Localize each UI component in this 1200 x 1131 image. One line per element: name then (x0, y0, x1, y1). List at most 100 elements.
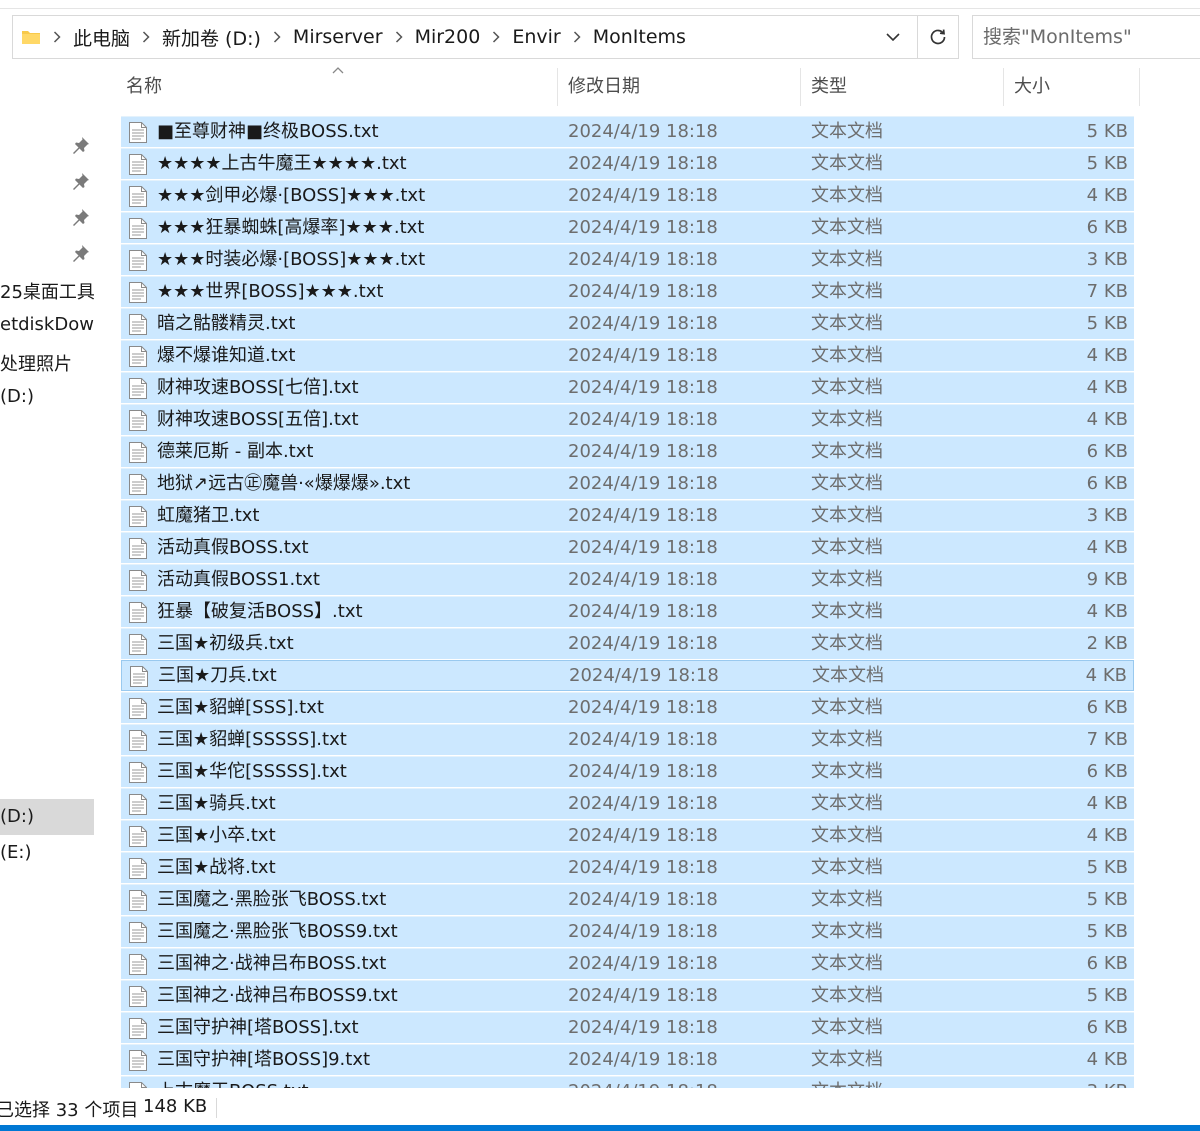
nav-item-photos[interactable]: 处理照片 (0, 350, 72, 376)
file-row[interactable]: 三国★貂蝉[SSSSS].txt 2024/4/19 18:18 文本文档 7 KB (121, 724, 1134, 755)
selection-size: 148 KB (143, 1096, 208, 1117)
column-header-size[interactable]: 大小 (1004, 66, 1139, 108)
file-row[interactable]: ★★★狂暴蜘蛛[高爆率]★★★.txt 2024/4/19 18:18 文本文档 6 … (121, 212, 1134, 243)
file-row[interactable]: 三国★华佗[SSSSS].txt 2024/4/19 18:18 文本文档 6 KB (121, 756, 1134, 787)
file-type: 文本文档 (811, 729, 883, 750)
address-bar[interactable]: 此电脑 新加卷 (D:) Mirserver Mir200 Envir MonItems (12, 15, 959, 59)
file-row[interactable]: 活动真假BOSS.txt 2024/4/19 18:18 文本文档 4 KB (121, 532, 1134, 563)
text-file-icon (129, 538, 147, 559)
file-row[interactable]: 爆不爆谁知道.txt 2024/4/19 18:18 文本文档 4 KB (121, 340, 1134, 371)
file-list[interactable]: ■至尊财神■终极BOSS.txt 2024/4/19 18:18 文本文档 5 KB ★… (121, 116, 1134, 1088)
file-row[interactable]: ★★★时装必爆·[BOSS]★★★.txt 2024/4/19 18:18 文本文档… (121, 244, 1134, 275)
breadcrumb-separator[interactable] (482, 16, 510, 58)
file-modified-date: 2024/4/19 18:18 (568, 377, 718, 398)
file-row[interactable]: 财神攻速BOSS[七倍].txt 2024/4/19 18:18 文本文档 4 KB (121, 372, 1134, 403)
file-type: 文本文档 (811, 313, 883, 334)
breadcrumb-item[interactable]: MonItems (591, 26, 688, 48)
file-row[interactable]: 三国魔之·黑脸张飞BOSS.txt 2024/4/19 18:18 文本文档 5 KB (121, 884, 1134, 915)
file-size: 5 KB (1086, 889, 1128, 910)
nav-item-drive-e[interactable]: (E:) (0, 842, 31, 863)
column-header-date[interactable]: 修改日期 (558, 66, 800, 108)
file-modified-date: 2024/4/19 18:18 (568, 249, 718, 270)
file-size: 4 KB (1086, 793, 1128, 814)
file-modified-date: 2024/4/19 18:18 (568, 633, 718, 654)
file-size: 5 KB (1086, 921, 1128, 942)
breadcrumb-separator[interactable] (385, 16, 413, 58)
text-file-icon (129, 890, 147, 911)
refresh-button[interactable] (918, 16, 958, 58)
file-size: 4 KB (1086, 537, 1128, 558)
breadcrumb-separator[interactable] (43, 16, 71, 58)
file-size: 3 KB (1087, 1077, 1128, 1088)
nav-item-netdisk-download[interactable]: etdiskDowr (0, 314, 94, 335)
file-modified-date: 2024/4/19 18:18 (568, 985, 718, 1006)
file-row[interactable]: 地狱↗远古㊣魔兽·«爆爆爆».txt 2024/4/19 18:18 文本文档 6 K… (121, 468, 1134, 499)
file-row[interactable]: 活动真假BOSS1.txt 2024/4/19 18:18 文本文档 9 KB (121, 564, 1134, 595)
file-size: 6 KB (1086, 1017, 1128, 1038)
chevron-right-icon (273, 31, 281, 43)
breadcrumb-item[interactable]: Envir (510, 26, 562, 48)
column-divider[interactable] (1139, 68, 1140, 106)
search-input[interactable] (972, 15, 1200, 59)
file-row[interactable]: 三国守护神[塔BOSS]9.txt 2024/4/19 18:18 文本文档 4 KB (121, 1044, 1134, 1075)
breadcrumb-separator[interactable] (563, 16, 591, 58)
file-size: 5 KB (1086, 857, 1128, 878)
navigation-pane: 25桌面工具 etdiskDowr 处理照片 (D:) (D:) (E:) (0, 60, 94, 1090)
file-row[interactable]: 三国★战将.txt 2024/4/19 18:18 文本文档 5 KB (121, 852, 1134, 883)
address-history-dropdown[interactable] (873, 16, 913, 58)
breadcrumb-item[interactable]: Mir200 (413, 26, 483, 48)
pin-icon[interactable] (72, 136, 90, 154)
file-name: 上古魔王BOSS.txt (157, 1077, 309, 1088)
file-row[interactable]: 德莱厄斯 - 副本.txt 2024/4/19 18:18 文本文档 6 KB (121, 436, 1134, 467)
breadcrumb-item[interactable]: 新加卷 (D:) (160, 24, 263, 51)
file-row[interactable]: 三国★刀兵.txt 2024/4/19 18:18 文本文档 4 KB (121, 660, 1134, 691)
file-modified-date: 2024/4/19 18:18 (568, 825, 718, 846)
file-type: 文本文档 (811, 985, 883, 1006)
file-row[interactable]: 三国★初级兵.txt 2024/4/19 18:18 文本文档 2 KB (121, 628, 1134, 659)
file-modified-date: 2024/4/19 18:18 (568, 473, 718, 494)
pin-icon[interactable] (72, 208, 90, 226)
breadcrumb-item[interactable]: Mirserver (291, 26, 385, 48)
pin-icon[interactable] (72, 172, 90, 190)
text-file-icon (129, 954, 147, 975)
file-type: 文本文档 (811, 1049, 883, 1070)
file-type: 文本文档 (811, 601, 883, 622)
file-name: 三国★华佗[SSSSS].txt (157, 761, 347, 782)
file-row[interactable]: 狂暴【破复活BOSS】.txt 2024/4/19 18:18 文本文档 4 KB (121, 596, 1134, 627)
file-row[interactable]: 虹魔猪卫.txt 2024/4/19 18:18 文本文档 3 KB (121, 500, 1134, 531)
file-row[interactable]: 三国★小卒.txt 2024/4/19 18:18 文本文档 4 KB (121, 820, 1134, 851)
file-row[interactable]: 财神攻速BOSS[五倍].txt 2024/4/19 18:18 文本文档 4 KB (121, 404, 1134, 435)
file-size: 7 KB (1086, 281, 1128, 302)
file-name: 活动真假BOSS.txt (157, 537, 309, 558)
column-header-type[interactable]: 类型 (801, 66, 1003, 108)
file-name: 三国★貂蝉[SSSSS].txt (157, 729, 347, 750)
breadcrumb-separator[interactable] (263, 16, 291, 58)
file-row[interactable]: ★★★剑甲必爆·[BOSS]★★★.txt 2024/4/19 18:18 文本文档… (121, 180, 1134, 211)
file-name: ★★★时装必爆·[BOSS]★★★.txt (157, 249, 426, 270)
file-row[interactable]: ★★★世界[BOSS]★★★.txt 2024/4/19 18:18 文本文档 7 K… (121, 276, 1134, 307)
file-row[interactable]: ★★★★上古牛魔王★★★★.txt 2024/4/19 18:18 文本文档 5 KB (121, 148, 1134, 179)
file-row[interactable]: 暗之骷髅精灵.txt 2024/4/19 18:18 文本文档 5 KB (121, 308, 1134, 339)
file-row[interactable]: 三国★骑兵.txt 2024/4/19 18:18 文本文档 4 KB (121, 788, 1134, 819)
breadcrumb-separator[interactable] (132, 16, 160, 58)
file-row[interactable]: 三国神之·战神吕布BOSS9.txt 2024/4/19 18:18 文本文档 5 K… (121, 980, 1134, 1011)
file-row[interactable]: 三国魔之·黑脸张飞BOSS9.txt 2024/4/19 18:18 文本文档 5 K… (121, 916, 1134, 947)
nav-item-desktop-tools[interactable]: 25桌面工具 (0, 278, 94, 304)
nav-item-drive-d-selected[interactable]: (D:) (0, 806, 34, 827)
file-row[interactable]: 三国★貂蝉[SSS].txt 2024/4/19 18:18 文本文档 6 KB (121, 692, 1134, 723)
file-type: 文本文档 (811, 889, 883, 910)
nav-item-drive-d[interactable]: (D:) (0, 386, 34, 407)
pin-icon[interactable] (72, 244, 90, 262)
file-row[interactable]: 上古魔王BOSS.txt 2024/4/19 18:18 文本文档 3 KB (121, 1076, 1134, 1088)
file-row[interactable]: ■至尊财神■终极BOSS.txt 2024/4/19 18:18 文本文档 5 KB (121, 116, 1134, 147)
text-file-icon (129, 250, 147, 271)
file-row[interactable]: 三国神之·战神吕布BOSS.txt 2024/4/19 18:18 文本文档 6 KB (121, 948, 1134, 979)
chevron-right-icon (142, 31, 150, 43)
file-type: 文本文档 (811, 793, 883, 814)
file-name: ★★★★上古牛魔王★★★★.txt (157, 153, 407, 174)
text-file-icon (129, 858, 147, 879)
text-file-icon (129, 1082, 147, 1088)
column-header-row: 名称 修改日期 类型 大小 (108, 66, 1140, 108)
file-row[interactable]: 三国守护神[塔BOSS].txt 2024/4/19 18:18 文本文档 6 KB (121, 1012, 1134, 1043)
breadcrumb-item[interactable]: 此电脑 (71, 24, 132, 51)
